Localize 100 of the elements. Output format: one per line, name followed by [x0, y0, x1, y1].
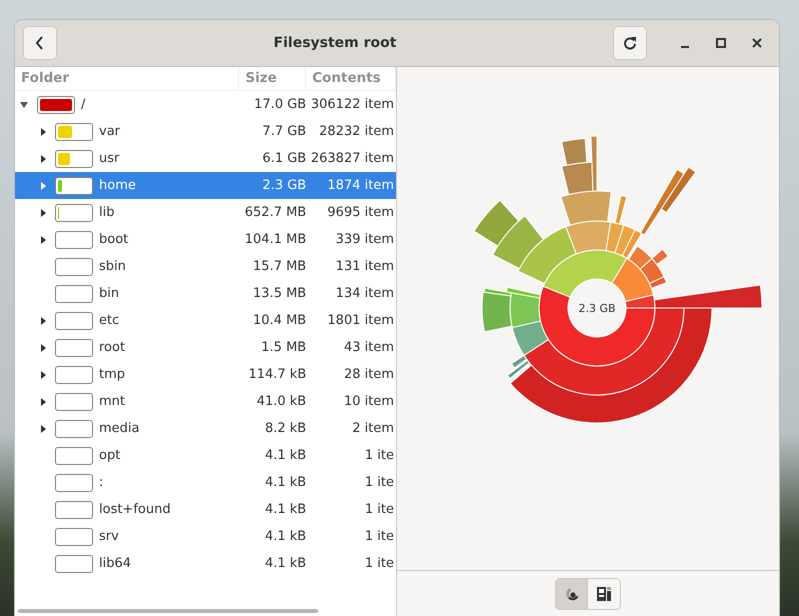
folder-row[interactable]: tmp 114.7 kB 28 item — [15, 361, 396, 388]
folder-name: tmp — [99, 366, 126, 384]
treemap-view-button[interactable] — [588, 578, 621, 610]
usage-bar — [55, 312, 93, 330]
expander-icon[interactable] — [39, 396, 47, 406]
folder-row[interactable]: lib 652.7 MB 9695 item — [15, 199, 396, 226]
horizontal-scrollbar[interactable] — [18, 609, 318, 613]
sunburst-segment[interactable] — [614, 195, 628, 224]
folder-row[interactable]: srv 4.1 kB 1 ite — [15, 523, 396, 550]
sunburst-segment[interactable] — [565, 220, 612, 254]
contents-cell-text: 131 item — [334, 258, 395, 276]
sunburst-segment[interactable] — [484, 288, 512, 296]
expander-icon[interactable] — [39, 154, 47, 164]
refresh-icon — [623, 36, 637, 50]
usage-bar — [55, 420, 93, 438]
sunburst-segment[interactable] — [542, 250, 628, 298]
folder-row[interactable]: home 2.3 GB 1874 item — [15, 172, 396, 199]
folder-name: sbin — [99, 258, 126, 276]
contents-cell-text: 1 ite — [364, 528, 395, 546]
sunburst-segment[interactable] — [640, 258, 665, 284]
sunburst-segment[interactable] — [518, 226, 577, 284]
sunburst-segment[interactable] — [507, 360, 530, 379]
sunburst-segment[interactable] — [561, 162, 594, 195]
size-cell-text: 17.0 GB — [253, 96, 306, 114]
folder-row[interactable]: etc 10.4 MB 1801 item — [15, 307, 396, 334]
sunburst-segment[interactable] — [510, 354, 528, 368]
sunburst-segment[interactable] — [538, 286, 656, 366]
sunburst-segment[interactable] — [652, 248, 669, 265]
size-cell-text: 13.5 MB — [252, 284, 306, 303]
folder-row[interactable]: mnt 41.0 kB 10 item — [15, 388, 396, 415]
size-cell-text: 8.2 kB — [264, 420, 306, 438]
contents-cell-text: 1 ite — [364, 554, 395, 573]
contents-cell-text: 9695 item — [326, 204, 395, 222]
sunburst-segment[interactable] — [660, 166, 696, 214]
folder-name: boot — [99, 230, 128, 249]
size-cell-text: 4.1 kB — [264, 500, 306, 519]
sunburst-segment[interactable] — [628, 245, 652, 270]
contents-cell-text: 28232 item — [318, 122, 395, 141]
sunburst-segment[interactable] — [640, 168, 685, 236]
sunburst-segment[interactable] — [512, 320, 549, 356]
folder-row[interactable]: usr 6.1 GB 263827 item — [15, 145, 396, 172]
folder-name: mnt — [99, 392, 125, 411]
expander-icon[interactable] — [39, 126, 47, 136]
folder-row[interactable]: root 1.5 MB 43 item — [15, 334, 396, 361]
contents-cell-text: 1 ite — [364, 474, 395, 492]
size-cell-text: 15.7 MB — [252, 258, 306, 276]
folder-row[interactable]: boot 104.1 MB 339 item — [15, 226, 396, 253]
folder-name: / — [81, 96, 86, 114]
sunburst-segment[interactable] — [560, 190, 612, 226]
minimize-icon — [681, 46, 689, 48]
folder-row[interactable]: sbin 15.7 MB 131 item — [15, 253, 396, 280]
folder-name: root — [99, 338, 126, 357]
folder-name: bin — [99, 284, 120, 303]
sunburst-segment[interactable] — [624, 294, 656, 308]
folder-row[interactable]: opt 4.1 kB 1 ite — [15, 442, 396, 469]
sunburst-segment[interactable] — [482, 292, 512, 332]
expander-icon[interactable] — [39, 234, 47, 244]
folder-row[interactable]: : 4.1 kB 1 ite — [15, 469, 396, 496]
folder-row[interactable]: lost+found 4.1 kB 1 ite — [15, 496, 396, 523]
folder-row[interactable]: / 17.0 GB 306122 item — [15, 91, 396, 118]
expander-icon[interactable] — [19, 100, 29, 110]
size-cell-text: 6.1 GB — [261, 150, 306, 168]
sunburst-segment[interactable] — [474, 200, 520, 246]
sunburst-segment[interactable] — [614, 224, 636, 256]
usage-bar — [55, 284, 93, 302]
expander-icon[interactable] — [39, 316, 47, 326]
usage-bar — [55, 528, 93, 546]
size-cell-text: 4.1 kB — [264, 528, 306, 546]
sunburst-segment[interactable] — [590, 136, 598, 192]
maximize-icon — [716, 38, 726, 48]
sunburst-segment[interactable] — [622, 229, 642, 259]
expander-icon[interactable] — [39, 370, 47, 380]
sunburst-segment[interactable] — [649, 276, 668, 289]
expander-icon[interactable] — [39, 424, 47, 434]
usage-bar — [55, 258, 93, 276]
folder-row[interactable]: var 7.7 GB 28232 item — [15, 118, 396, 145]
contents-cell-text: 263827 item — [310, 150, 395, 168]
sunburst-segment[interactable] — [561, 138, 588, 166]
folder-row[interactable]: lib64 4.1 kB 1 ite — [15, 550, 396, 577]
treemap-icon — [596, 586, 612, 602]
sunburst-segment[interactable] — [492, 215, 544, 269]
sunburst-segment[interactable] — [510, 292, 541, 328]
folder-row[interactable]: bin 13.5 MB 134 item — [15, 280, 396, 307]
folder-name: home — [99, 176, 136, 195]
folder-row[interactable]: media 8.2 kB 2 item — [15, 415, 396, 442]
sunburst-segment[interactable] — [506, 286, 541, 298]
sunburst-segment[interactable] — [611, 258, 654, 302]
refresh-button[interactable] — [613, 26, 647, 60]
rings-view-button[interactable] — [555, 578, 588, 610]
rings-chart-icon — [564, 586, 580, 602]
center-size-label: 2.3 GB — [578, 302, 616, 315]
size-cell-text: 10.4 MB — [252, 312, 306, 330]
expander-icon[interactable] — [39, 208, 47, 218]
usage-bar — [55, 230, 93, 248]
contents-cell-text: 1 ite — [364, 446, 395, 465]
back-button[interactable] — [23, 26, 57, 60]
usage-bar — [55, 392, 93, 410]
folder-name: var — [99, 122, 120, 141]
expander-icon[interactable] — [39, 342, 47, 352]
sunburst-segment[interactable] — [654, 284, 762, 308]
